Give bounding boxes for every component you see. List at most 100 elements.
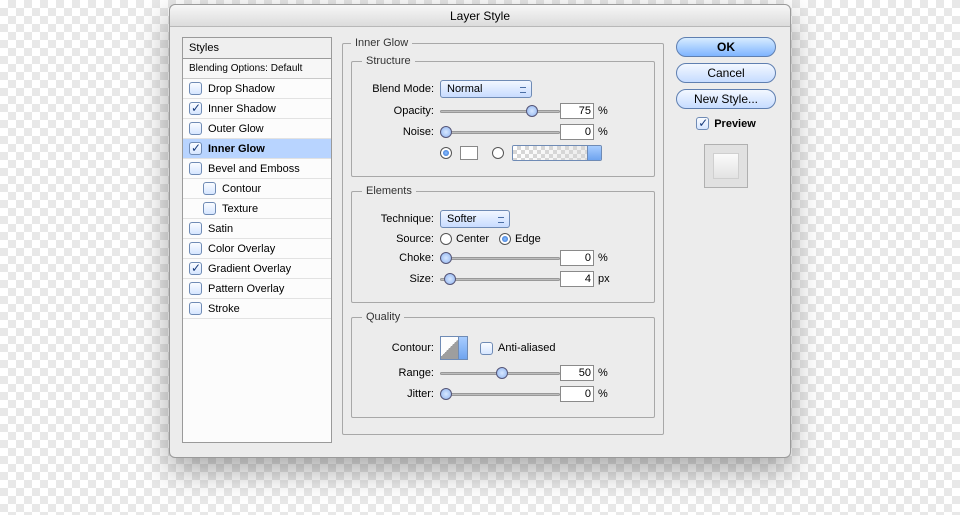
- jitter-input[interactable]: [560, 386, 594, 402]
- new-style-button[interactable]: New Style...: [676, 89, 776, 109]
- style-row-outer-glow[interactable]: Outer Glow: [183, 119, 331, 139]
- glow-gradient-swatch[interactable]: [512, 145, 602, 161]
- style-label: Drop Shadow: [208, 83, 275, 95]
- range-unit: %: [598, 367, 608, 379]
- jitter-label: Jitter:: [362, 388, 434, 400]
- panel-title: Inner Glow: [351, 37, 412, 49]
- chevron-down-icon[interactable]: [587, 146, 601, 160]
- size-input[interactable]: [560, 271, 594, 287]
- opacity-slider[interactable]: [440, 104, 560, 118]
- preview-checkbox[interactable]: [696, 117, 709, 130]
- style-checkbox[interactable]: [203, 202, 216, 215]
- style-checkbox[interactable]: [189, 302, 202, 315]
- style-row-color-overlay[interactable]: Color Overlay: [183, 239, 331, 259]
- antialiased-checkbox[interactable]: [480, 342, 493, 355]
- opacity-input[interactable]: [560, 103, 594, 119]
- cancel-button[interactable]: Cancel: [676, 63, 776, 83]
- style-row-contour[interactable]: Contour: [183, 179, 331, 199]
- style-label: Satin: [208, 223, 233, 235]
- preview-swatch: [704, 144, 748, 188]
- style-row-stroke[interactable]: Stroke: [183, 299, 331, 319]
- range-label: Range:: [362, 367, 434, 379]
- contour-label: Contour:: [362, 342, 434, 354]
- preview-label: Preview: [714, 118, 756, 130]
- technique-select[interactable]: Softer: [440, 210, 510, 228]
- source-edge-radio[interactable]: [499, 233, 511, 245]
- blend-mode-value: Normal: [447, 83, 482, 95]
- size-label: Size:: [362, 273, 434, 285]
- noise-label: Noise:: [362, 126, 434, 138]
- jitter-unit: %: [598, 388, 608, 400]
- chevron-down-icon[interactable]: [458, 337, 467, 359]
- window-title: Layer Style: [170, 5, 790, 27]
- style-label: Color Overlay: [208, 243, 275, 255]
- style-row-pattern-overlay[interactable]: Pattern Overlay: [183, 279, 331, 299]
- style-row-inner-glow[interactable]: Inner Glow: [183, 139, 331, 159]
- style-checkbox[interactable]: [189, 282, 202, 295]
- source-center-radio[interactable]: [440, 233, 452, 245]
- noise-input[interactable]: [560, 124, 594, 140]
- style-label: Gradient Overlay: [208, 263, 291, 275]
- range-slider[interactable]: [440, 366, 560, 380]
- choke-input[interactable]: [560, 250, 594, 266]
- source-edge-label: Edge: [515, 233, 541, 245]
- styles-list: Styles Blending Options: Default Drop Sh…: [182, 37, 332, 443]
- style-label: Texture: [222, 203, 258, 215]
- right-column: OK Cancel New Style... Preview: [674, 37, 778, 443]
- style-checkbox[interactable]: [189, 222, 202, 235]
- size-slider[interactable]: [440, 272, 560, 286]
- range-input[interactable]: [560, 365, 594, 381]
- style-label: Contour: [222, 183, 261, 195]
- source-label: Source:: [362, 233, 434, 245]
- glow-color-solid-radio[interactable]: [440, 147, 452, 159]
- glow-color-gradient-radio[interactable]: [492, 147, 504, 159]
- style-label: Outer Glow: [208, 123, 264, 135]
- style-checkbox[interactable]: [189, 162, 202, 175]
- style-checkbox[interactable]: [189, 242, 202, 255]
- choke-slider[interactable]: [440, 251, 560, 265]
- jitter-slider[interactable]: [440, 387, 560, 401]
- opacity-unit: %: [598, 105, 608, 117]
- antialiased-label: Anti-aliased: [498, 342, 555, 354]
- style-row-texture[interactable]: Texture: [183, 199, 331, 219]
- quality-legend: Quality: [362, 311, 404, 323]
- style-label: Inner Shadow: [208, 103, 276, 115]
- style-label: Pattern Overlay: [208, 283, 284, 295]
- style-label: Inner Glow: [208, 143, 265, 155]
- layer-style-window: Layer Style Styles Blending Options: Def…: [169, 4, 791, 458]
- ok-button[interactable]: OK: [676, 37, 776, 57]
- choke-label: Choke:: [362, 252, 434, 264]
- blend-mode-label: Blend Mode:: [362, 83, 434, 95]
- technique-value: Softer: [447, 213, 476, 225]
- style-checkbox[interactable]: [189, 262, 202, 275]
- contour-picker[interactable]: [440, 336, 468, 360]
- technique-label: Technique:: [362, 213, 434, 225]
- style-label: Stroke: [208, 303, 240, 315]
- settings-panel: Inner Glow Structure Blend Mode: Normal …: [342, 37, 664, 443]
- style-checkbox[interactable]: [189, 122, 202, 135]
- blending-options-row[interactable]: Blending Options: Default: [183, 59, 331, 79]
- styles-header[interactable]: Styles: [183, 38, 331, 59]
- style-row-gradient-overlay[interactable]: Gradient Overlay: [183, 259, 331, 279]
- blend-mode-select[interactable]: Normal: [440, 80, 532, 98]
- opacity-label: Opacity:: [362, 105, 434, 117]
- style-checkbox[interactable]: [189, 102, 202, 115]
- structure-legend: Structure: [362, 55, 415, 67]
- size-unit: px: [598, 273, 610, 285]
- window-body: Styles Blending Options: Default Drop Sh…: [170, 27, 790, 457]
- structure-group: Structure Blend Mode: Normal Opacity: % …: [351, 55, 655, 177]
- quality-group: Quality Contour: Anti-aliased Range: %: [351, 311, 655, 418]
- style-label: Bevel and Emboss: [208, 163, 300, 175]
- style-row-inner-shadow[interactable]: Inner Shadow: [183, 99, 331, 119]
- elements-group: Elements Technique: Softer Source: Cente…: [351, 185, 655, 303]
- elements-legend: Elements: [362, 185, 416, 197]
- noise-slider[interactable]: [440, 125, 560, 139]
- glow-color-swatch[interactable]: [460, 146, 478, 160]
- style-row-drop-shadow[interactable]: Drop Shadow: [183, 79, 331, 99]
- style-checkbox[interactable]: [189, 142, 202, 155]
- style-row-bevel-and-emboss[interactable]: Bevel and Emboss: [183, 159, 331, 179]
- style-row-satin[interactable]: Satin: [183, 219, 331, 239]
- noise-unit: %: [598, 126, 608, 138]
- style-checkbox[interactable]: [189, 82, 202, 95]
- style-checkbox[interactable]: [203, 182, 216, 195]
